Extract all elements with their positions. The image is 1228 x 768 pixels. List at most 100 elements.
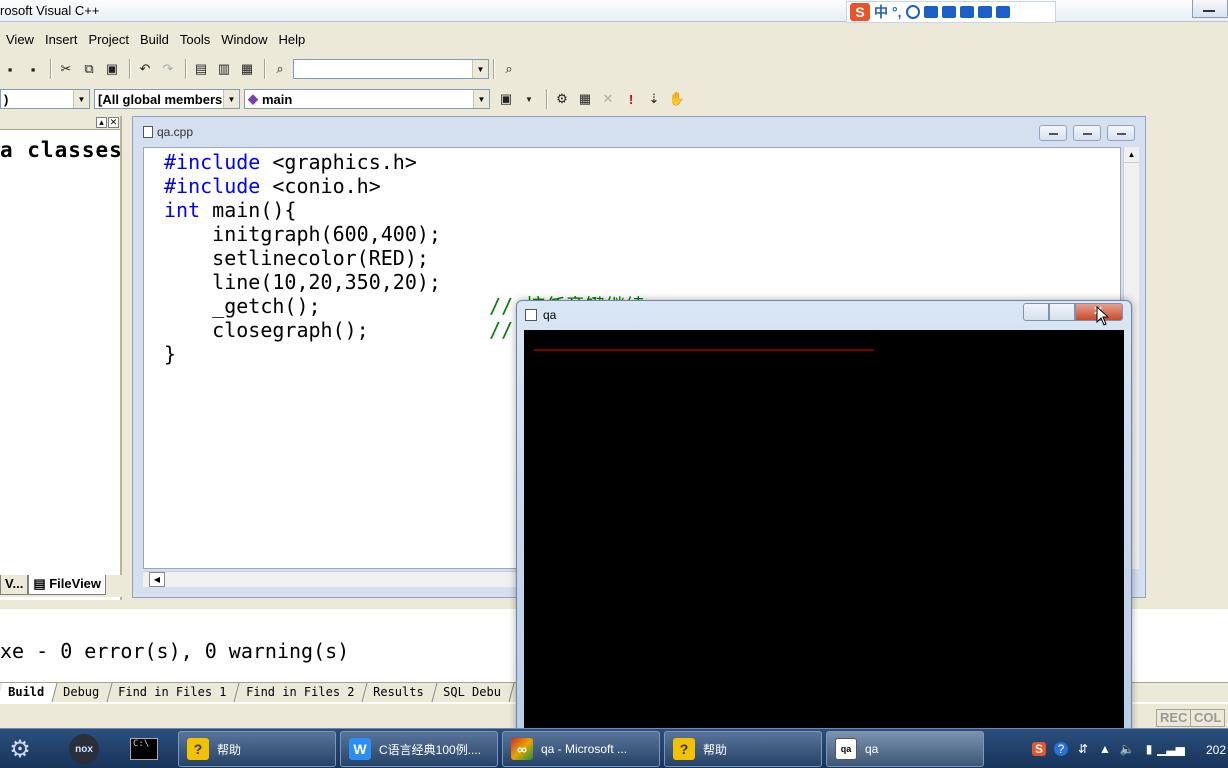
- tab-debug[interactable]: Debug: [52, 683, 113, 702]
- graphics-minimize-button[interactable]: [1023, 303, 1049, 321]
- window-minimize-button[interactable]: [1192, 0, 1228, 18]
- help-circle-icon[interactable]: ?: [1054, 742, 1068, 756]
- output-toggle-icon[interactable]: ▥: [214, 59, 234, 79]
- chevron-down-icon[interactable]: ▼: [73, 90, 89, 108]
- toolbox-icon[interactable]: [959, 6, 974, 18]
- taskbar-item-qa[interactable]: qa qa: [826, 731, 984, 767]
- graphics-window-title-bar[interactable]: qa: [525, 308, 556, 322]
- save-icon[interactable]: ▪: [0, 59, 20, 79]
- class-view-root[interactable]: a classes: [0, 130, 122, 162]
- nox-icon[interactable]: nox: [62, 733, 106, 765]
- grid-menu-icon[interactable]: [995, 6, 1010, 18]
- code-line[interactable]: #include <graphics.h>: [164, 150, 1120, 174]
- ime-toolbar[interactable]: S 中 °,: [846, 1, 1056, 23]
- wizard-action-icon[interactable]: ▣: [496, 89, 516, 109]
- ime-mode-label[interactable]: 中: [874, 2, 888, 22]
- volume-icon[interactable]: 🔈: [1120, 742, 1135, 756]
- microphone-icon[interactable]: [923, 6, 938, 18]
- scroll-up-icon[interactable]: ▲: [1124, 147, 1139, 163]
- graphics-canvas[interactable]: [524, 330, 1124, 730]
- save-all-icon[interactable]: ▪: [23, 59, 43, 79]
- power-icon[interactable]: ▮: [1142, 742, 1156, 756]
- workspace-header: ▴ ✕: [0, 116, 120, 130]
- sogou-logo-icon[interactable]: S: [850, 3, 870, 21]
- tab-fileview-label: FileView: [49, 576, 102, 591]
- menu-insert[interactable]: Insert: [39, 32, 83, 47]
- taskbar-item-visual-cpp[interactable]: ∞ qa - Microsoft ...: [502, 731, 660, 767]
- tab-fileview[interactable]: ▤ FileView: [28, 575, 107, 595]
- build-icon[interactable]: ▦: [575, 89, 595, 109]
- menu-build[interactable]: Build: [134, 32, 174, 47]
- cut-icon[interactable]: ✂: [56, 59, 76, 79]
- emoji-icon[interactable]: [905, 5, 920, 19]
- tab-results-label: Results: [373, 685, 424, 699]
- signal-icon[interactable]: ▁▃▅: [1157, 742, 1185, 756]
- copy-icon[interactable]: ⧉: [79, 59, 99, 79]
- editor-close-button[interactable]: [1107, 125, 1135, 141]
- members-combo[interactable]: [All global members ▼: [94, 89, 240, 109]
- tab-build[interactable]: Build: [0, 683, 58, 702]
- menu-window[interactable]: Window: [215, 32, 272, 47]
- code-line[interactable]: line(10,20,350,20);: [164, 270, 1120, 294]
- redo-icon[interactable]: ↷: [158, 59, 178, 79]
- go-icon[interactable]: ⇣: [644, 89, 664, 109]
- sogou-tray-icon[interactable]: S: [1032, 742, 1046, 756]
- taskbar-item-help-1[interactable]: ? 帮助: [178, 731, 336, 767]
- graphics-maximize-button[interactable]: [1049, 303, 1075, 321]
- taskbar-item-wps[interactable]: W C语言经典100例....: [340, 731, 498, 767]
- editor-minimize-button[interactable]: [1039, 125, 1067, 141]
- class-combo[interactable]: ) ▼: [0, 89, 90, 109]
- tab-sql-debug[interactable]: SQL Debu: [432, 683, 514, 702]
- code-line[interactable]: int main(){: [164, 198, 1120, 222]
- find-in-files-icon[interactable]: ⌕: [270, 59, 290, 79]
- tab-find-in-files-2[interactable]: Find in Files 2: [235, 683, 368, 702]
- menu-view[interactable]: View: [0, 32, 39, 47]
- execute-icon[interactable]: !: [621, 89, 641, 109]
- show-hidden-icons-icon[interactable]: ▲: [1098, 742, 1112, 756]
- menu-tools[interactable]: Tools: [174, 32, 215, 47]
- chevron-down-icon[interactable]: ▼: [472, 60, 488, 78]
- menu-help[interactable]: Help: [272, 32, 310, 47]
- tab-results[interactable]: Results: [362, 683, 438, 702]
- code-text: closegraph();: [164, 318, 369, 342]
- compile-icon[interactable]: ⚙: [552, 89, 572, 109]
- code-text: initgraph(600,400);: [164, 222, 441, 246]
- clock-text[interactable]: 202: [1206, 743, 1226, 757]
- graphics-window[interactable]: qa: [516, 300, 1132, 732]
- undo-icon[interactable]: ↶: [135, 59, 155, 79]
- chevron-down-icon[interactable]: ▼: [473, 90, 489, 108]
- chevron-down-icon[interactable]: ▼: [519, 89, 539, 109]
- app-title: rosoft Visual C++: [0, 3, 100, 18]
- code-line[interactable]: setlinecolor(RED);: [164, 246, 1120, 270]
- taskbar-item-help-2[interactable]: ? 帮助: [664, 731, 822, 767]
- task-label: 帮助: [703, 742, 728, 757]
- find-combo[interactable]: ▼: [293, 59, 489, 79]
- editor-restore-button[interactable]: [1073, 125, 1101, 141]
- standard-toolbar: ▪ ▪ ✂ ⧉ ▣ ↶ ↷ ▤ ▥ ▦ ⌕ ▼ ⌕: [0, 56, 522, 82]
- scroll-left-icon[interactable]: ◀: [149, 572, 165, 587]
- function-combo[interactable]: ◆ main ▼: [244, 89, 490, 109]
- skin-shirt-icon[interactable]: [977, 6, 992, 18]
- tab-classview[interactable]: V...: [0, 575, 29, 595]
- toolbar-separator: [264, 59, 266, 79]
- code-line[interactable]: #include <conio.h>: [164, 174, 1120, 198]
- code-keyword: #include: [164, 174, 261, 198]
- code-line[interactable]: initgraph(600,400);: [164, 222, 1120, 246]
- paste-icon[interactable]: ▣: [102, 59, 122, 79]
- dock-icon[interactable]: ▴: [96, 117, 107, 128]
- cmd-icon[interactable]: C:\: [122, 733, 166, 765]
- settings-icon[interactable]: ⚙: [4, 733, 36, 765]
- network-devices-icon[interactable]: ⇵: [1076, 742, 1090, 756]
- breakpoint-hand-icon[interactable]: ✋: [667, 89, 687, 109]
- tab-find-in-files-1[interactable]: Find in Files 1: [107, 683, 241, 702]
- stop-build-icon[interactable]: ✕: [598, 89, 618, 109]
- chevron-down-icon[interactable]: ▼: [223, 90, 239, 108]
- window-list-icon[interactable]: ▦: [237, 59, 257, 79]
- close-icon[interactable]: ✕: [108, 117, 119, 128]
- find-icon[interactable]: ⌕: [499, 59, 519, 79]
- menu-project[interactable]: Project: [82, 32, 133, 47]
- workspace-toggle-icon[interactable]: ▤: [191, 59, 211, 79]
- build-output-text: xe - 0 error(s), 0 warning(s): [0, 639, 350, 663]
- keyboard-icon[interactable]: [941, 6, 956, 18]
- ime-punct-label[interactable]: °,: [892, 4, 902, 20]
